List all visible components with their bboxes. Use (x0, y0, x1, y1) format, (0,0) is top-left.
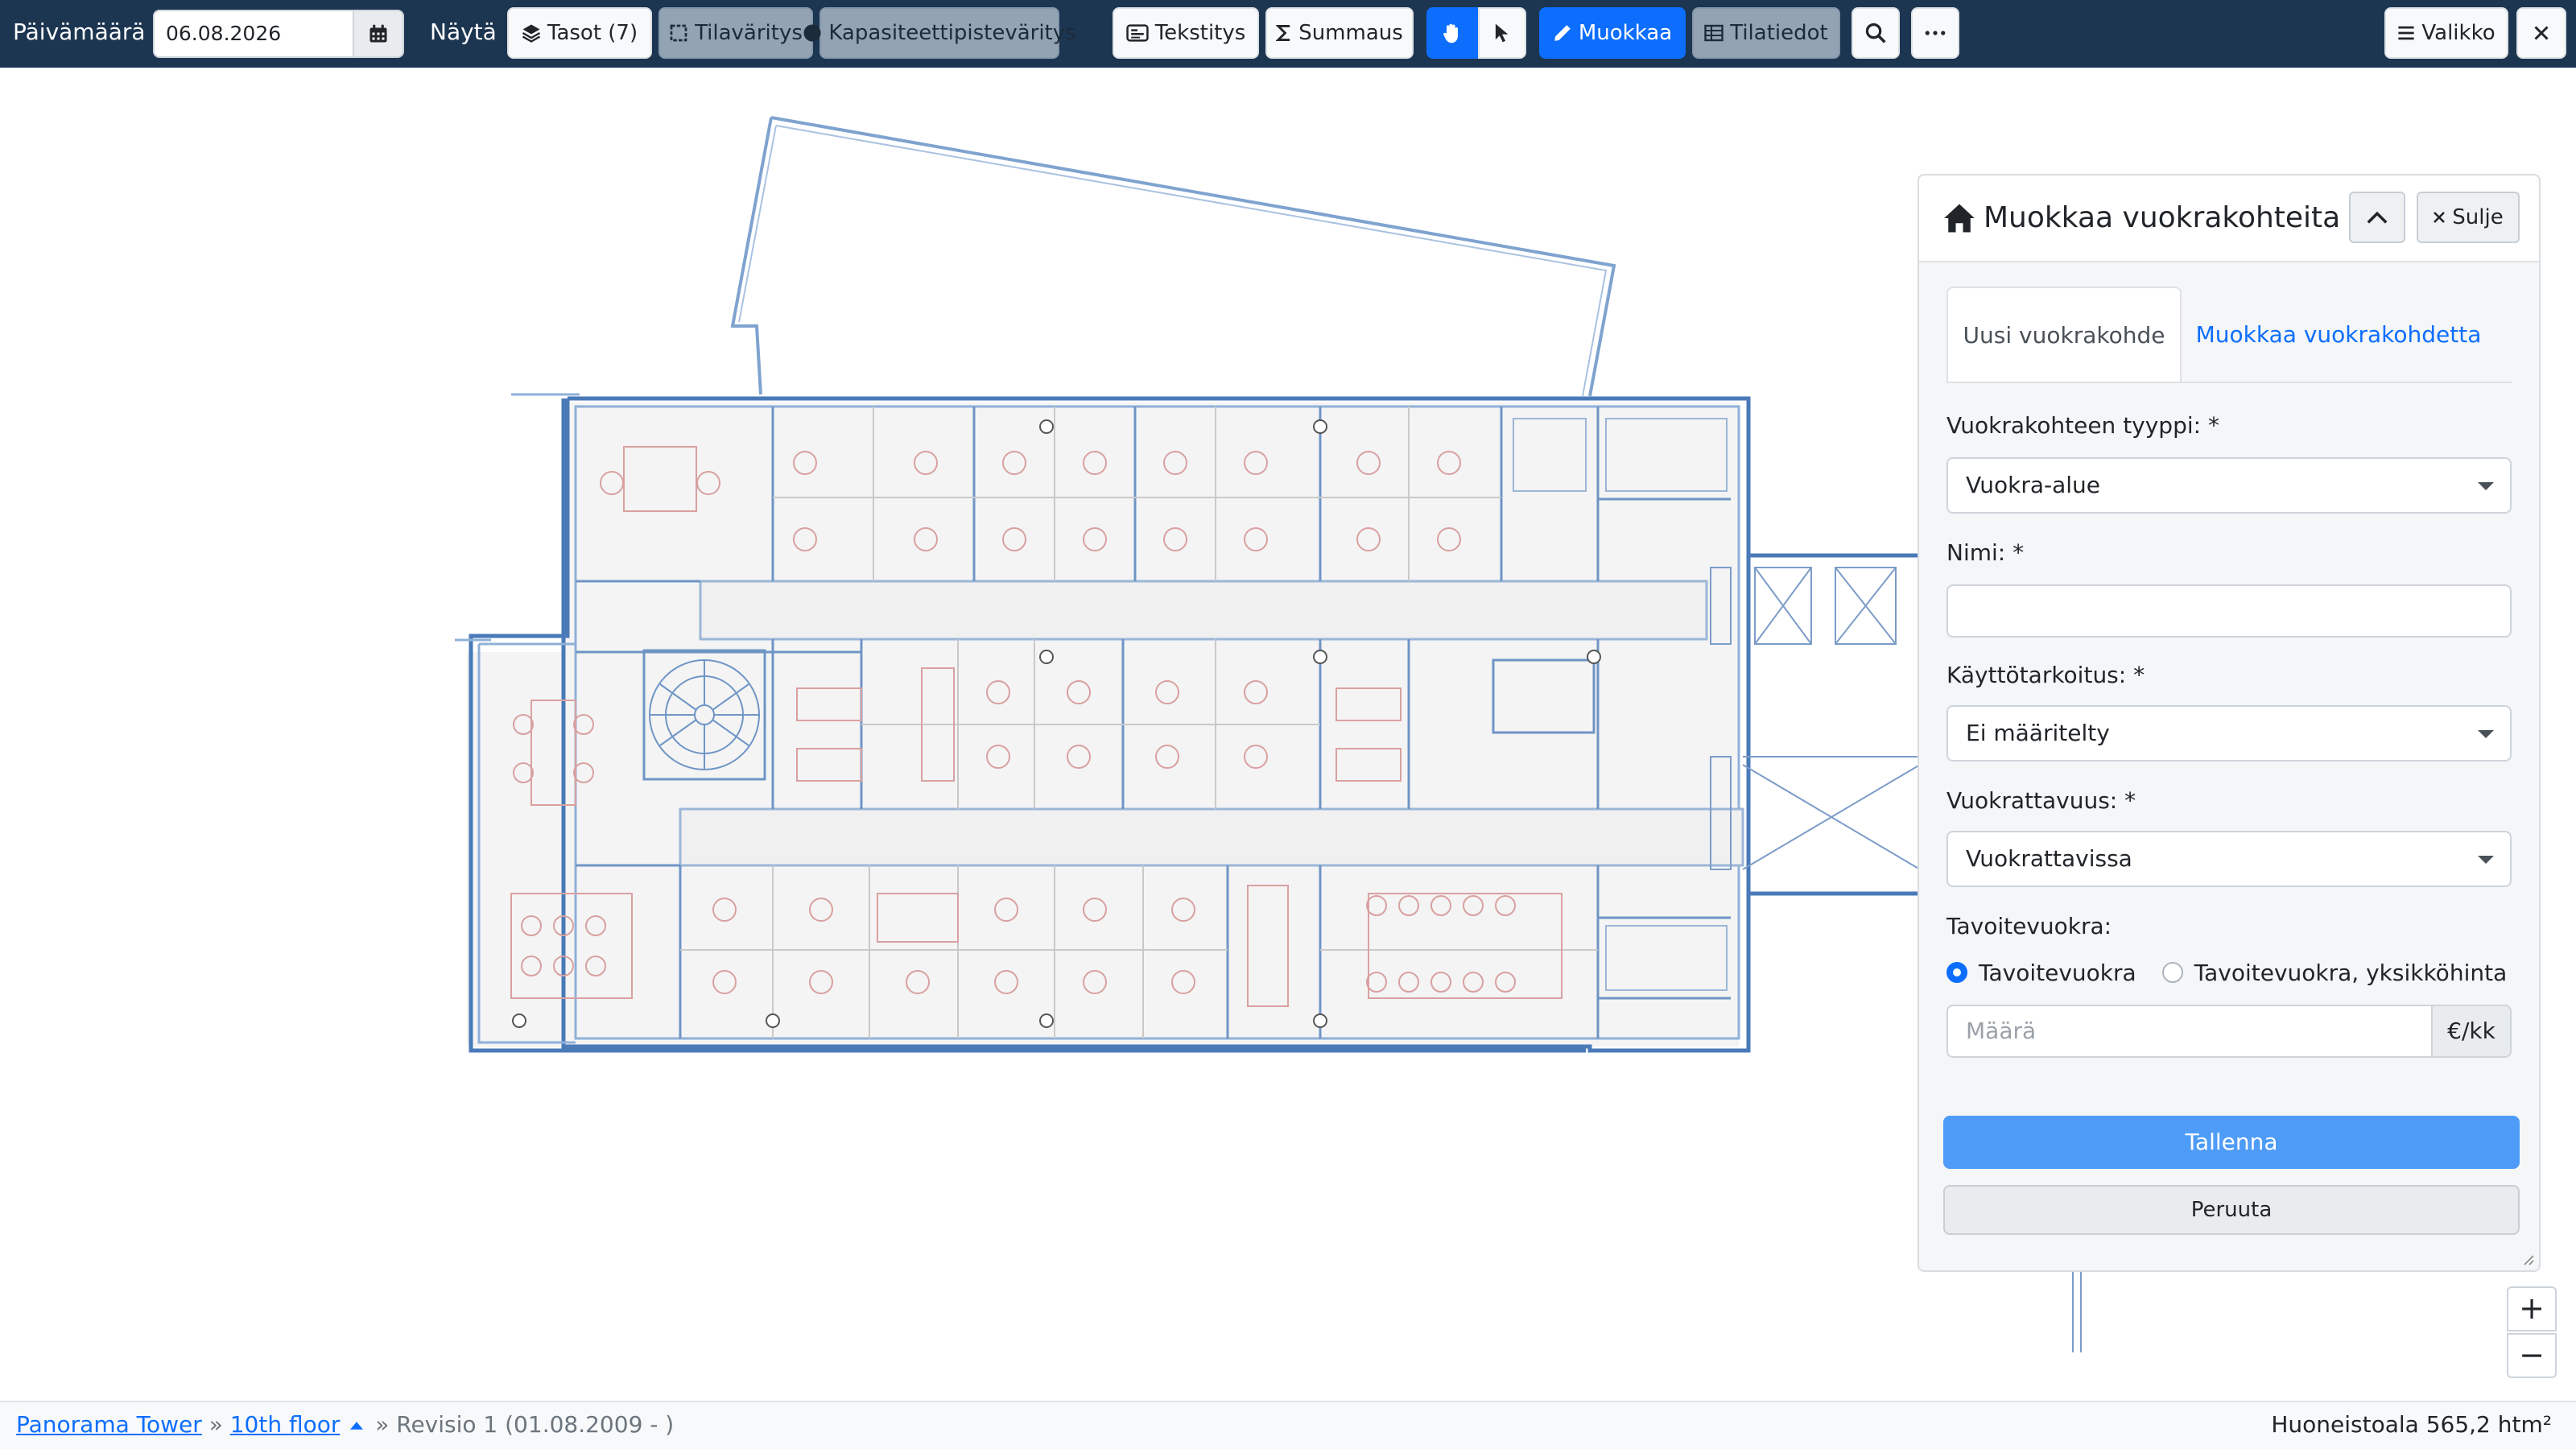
edit-button[interactable]: Muokkaa (1539, 7, 1686, 59)
chevron-down-icon (2478, 856, 2494, 864)
menu-button[interactable]: Valikko (2384, 7, 2508, 59)
purpose-label: Käyttötarkoitus: * (1946, 662, 2145, 688)
edit-rental-units-panel: Muokkaa vuokrakohteita Sulje Uusi vuokra… (1918, 174, 2541, 1272)
date-label: Päivämäärä (13, 19, 146, 45)
availability-label: Vuokrattavuus: * (1946, 787, 2136, 814)
panel-header: Muokkaa vuokrakohteita Sulje (1919, 175, 2539, 262)
top-toolbar: Päivämäärä 06.08.2026 Näytä Tasot (7) Ti… (0, 0, 2576, 68)
zoom-out-button[interactable]: − (2507, 1333, 2557, 1378)
chevron-down-icon (2478, 482, 2494, 490)
breadcrumb-building-link[interactable]: Panorama Tower (16, 1411, 202, 1438)
availability-select-value: Vuokrattavissa (1966, 845, 2132, 872)
sum-button[interactable]: Summaus (1265, 7, 1414, 59)
menu-label: Valikko (2421, 21, 2496, 45)
more-button[interactable] (1911, 7, 1959, 59)
search-button[interactable] (1852, 7, 1900, 59)
zoom-in-button[interactable]: + (2507, 1286, 2557, 1331)
amount-input[interactable]: Määrä (1946, 1005, 2433, 1058)
close-window-button[interactable] (2516, 7, 2566, 59)
target-rent-options: Tavoitevuokra Tavoitevuokra, yksikköhint… (1946, 956, 2507, 989)
hamburger-icon (2398, 26, 2414, 40)
type-label: Vuokrakohteen tyyppi: * (1946, 412, 2219, 439)
panel-tabs: Uusi vuokrakohde Muokkaa vuokrakohdetta (1946, 287, 2512, 383)
layers-icon (522, 24, 540, 43)
name-input[interactable] (1946, 584, 2512, 638)
text-box-icon (1125, 24, 1149, 42)
pan-tool-button[interactable] (1426, 7, 1478, 59)
close-icon (2434, 212, 2446, 223)
hand-icon (1443, 23, 1458, 43)
table-icon (1704, 24, 1724, 42)
date-input[interactable]: 06.08.2026 (153, 10, 354, 58)
tab-new-rental-unit[interactable]: Uusi vuokrakohde (1946, 287, 2182, 382)
resize-handle-icon[interactable] (2521, 1253, 2534, 1265)
amount-unit: €/kk (2431, 1005, 2512, 1058)
selection-square-icon (670, 24, 687, 42)
layers-label: Tasot (7) (547, 21, 638, 45)
type-select-value: Vuokra-alue (1966, 472, 2101, 498)
revision-text: » Revisio 1 (01.08.2009 - ) (375, 1411, 675, 1438)
save-button[interactable]: Tallenna (1943, 1116, 2520, 1169)
calendar-button[interactable] (353, 10, 404, 58)
capacity-coloring-button[interactable]: Kapasiteettipisteväritys (803, 7, 1076, 59)
radio-target-rent[interactable] (1946, 962, 1967, 983)
capacity-coloring-label: Kapasiteettipisteväritys (828, 21, 1076, 45)
type-select[interactable]: Vuokra-alue (1946, 457, 2512, 514)
breadcrumb-floor-link[interactable]: 10th floor (230, 1411, 341, 1438)
space-coloring-button[interactable]: Tilaväritys (658, 7, 813, 59)
caret-up-icon[interactable] (350, 1421, 364, 1430)
name-label: Nimi: * (1946, 539, 2025, 566)
space-coloring-label: Tilaväritys (695, 21, 803, 45)
close-panel-label: Sulje (2452, 205, 2504, 229)
texts-button[interactable]: Tekstitys (1113, 7, 1259, 59)
space-data-button[interactable]: Tilatiedot (1692, 7, 1840, 59)
breadcrumb: Panorama Tower » 10th floor » Revisio 1 … (16, 1402, 674, 1447)
ellipsis-icon (1925, 31, 1946, 35)
radio-target-rent-label[interactable]: Tavoitevuokra (1979, 960, 2136, 986)
pencil-icon (1554, 25, 1571, 41)
purpose-select[interactable]: Ei määritelty (1946, 705, 2512, 762)
panel-title: Muokkaa vuokrakohteita (1984, 201, 2341, 234)
availability-select[interactable]: Vuokrattavissa (1946, 831, 2512, 887)
area-total: Huoneistoala 565,2 htm² (2271, 1411, 2552, 1438)
collapse-panel-button[interactable] (2349, 192, 2405, 243)
chevron-up-icon (2367, 211, 2388, 224)
chevron-down-icon (2478, 730, 2494, 738)
close-icon (2534, 26, 2549, 40)
close-panel-button[interactable]: Sulje (2417, 192, 2520, 243)
home-icon (1944, 204, 1975, 233)
target-rent-label: Tavoitevuokra: (1946, 913, 2112, 939)
purpose-select-value: Ei määritelty (1966, 720, 2110, 746)
status-bar: Panorama Tower » 10th floor » Revisio 1 … (0, 1401, 2576, 1449)
breadcrumb-separator: » (208, 1411, 223, 1438)
search-icon (1865, 23, 1886, 43)
tab-edit-rental-unit[interactable]: Muokkaa vuokrakohdetta (2182, 287, 2496, 382)
sum-label: Summaus (1298, 21, 1403, 45)
edit-label: Muokkaa (1578, 21, 1673, 45)
calendar-icon (369, 24, 387, 43)
space-data-label: Tilatiedot (1730, 21, 1828, 45)
radio-target-rent-unit-price[interactable] (2161, 962, 2183, 983)
circle-icon (803, 24, 821, 42)
show-label: Näytä (430, 19, 497, 45)
texts-label: Tekstitys (1154, 21, 1246, 45)
pointer-icon (1495, 23, 1509, 43)
radio-target-rent-unit-price-label[interactable]: Tavoitevuokra, yksikköhinta (2194, 960, 2508, 986)
sigma-icon (1276, 25, 1290, 41)
cancel-button[interactable]: Peruuta (1943, 1185, 2520, 1235)
layers-button[interactable]: Tasot (7) (507, 7, 652, 59)
select-tool-button[interactable] (1478, 7, 1526, 59)
